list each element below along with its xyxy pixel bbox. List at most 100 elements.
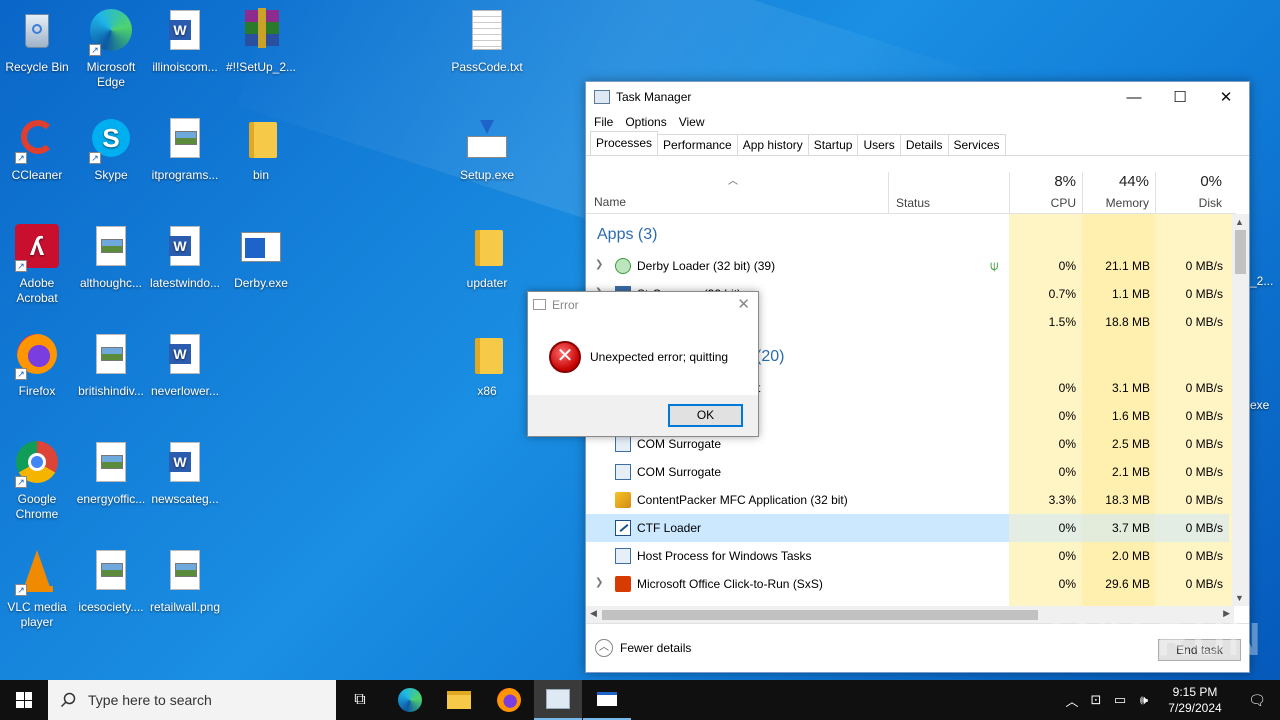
taskbar-file-explorer[interactable] [435, 680, 483, 720]
folder-icon [463, 332, 511, 380]
process-disk: 0 MB/s [1185, 549, 1223, 563]
column-memory[interactable]: 44% Memory [1082, 172, 1155, 214]
desktop-icon-adobe-acrobat[interactable]: ʎ ↗ Adobe Acrobat [0, 224, 74, 306]
expand-chevron-icon[interactable]: ❯ [595, 259, 603, 270]
menu-view[interactable]: View [679, 115, 705, 129]
dialog-footer: OK [528, 395, 758, 436]
desktop-icon-britishindiv[interactable]: britishindiv... [74, 332, 148, 399]
dialog-close-button[interactable]: ✕ [737, 295, 750, 313]
tab-details[interactable]: Details [899, 134, 949, 155]
vertical-scrollbar[interactable]: ▲ ▼ [1232, 214, 1249, 606]
folder-icon [463, 224, 511, 272]
expand-chevron-icon[interactable]: ❯ [595, 577, 603, 588]
taskbar-firefox[interactable] [485, 680, 533, 720]
desktop-icon-recycle-bin[interactable]: Recycle Bin [0, 8, 74, 75]
network-icon[interactable]: ▭ [1108, 692, 1132, 708]
tray-overflow-chevron-icon[interactable]: ︿ [1060, 691, 1084, 710]
desktop-icon-google-chrome[interactable]: ↗ Google Chrome [0, 440, 74, 522]
error-dialog[interactable]: Error ✕ ✕ Unexpected error; quitting OK [527, 291, 759, 437]
firefox-icon [497, 688, 521, 712]
tab-performance[interactable]: Performance [657, 134, 738, 155]
desktop-icon-passcode[interactable]: PassCode.txt [450, 8, 524, 75]
taskbar-search-box[interactable]: Type here to search [48, 680, 336, 720]
desktop-icon-label: illinoiscom... [152, 60, 218, 74]
volume-icon[interactable]: 🕪 [1132, 692, 1156, 708]
notification-center-icon[interactable]: 🗨 [1234, 692, 1280, 709]
tab-startup[interactable]: Startup [807, 134, 859, 155]
table-row[interactable]: ❯ Derby Loader (32 bit) (39) ⍦ 0% 21.1 M… [586, 252, 1236, 280]
desktop-icon-retailwall[interactable]: retailwall.png [148, 548, 222, 615]
desktop-icon-x86[interactable]: x86 [450, 332, 524, 399]
desktop-icon-setup-archive[interactable]: #!!SetUp_2... [224, 8, 298, 75]
tray-device-icon[interactable]: ⊡ [1084, 692, 1108, 708]
desktop-icon-illinoiscom[interactable]: W illinoiscom... [148, 8, 222, 75]
table-row[interactable]: COM Surrogate 0% 2.1 MB 0 MB/s [586, 458, 1236, 486]
desktop-icon-energyoffic[interactable]: energyoffic... [74, 440, 148, 507]
tab-processes[interactable]: Processes [590, 131, 659, 155]
image-file-icon [161, 116, 209, 164]
desktop-icon-icesociety[interactable]: icesociety.... [74, 548, 148, 615]
process-memory: 21.1 MB [1105, 259, 1150, 273]
chrome-icon: ↗ [13, 440, 61, 488]
desktop-icon-itprograms[interactable]: itprograms... [148, 116, 222, 183]
column-name[interactable]: Name [594, 195, 626, 209]
scroll-left-icon[interactable]: ◀ [590, 608, 597, 619]
start-button[interactable] [0, 680, 48, 720]
desktop-icon-firefox[interactable]: ↗ Firefox [0, 332, 74, 399]
desktop-icon-newscateg[interactable]: W newscateg... [148, 440, 222, 507]
desktop-icon-setup-exe[interactable]: Setup.exe [450, 116, 524, 183]
firefox-icon: ↗ [13, 332, 61, 380]
tab-app-history[interactable]: App history [736, 134, 809, 155]
taskbar-clock[interactable]: 9:15 PM 7/29/2024 [1156, 684, 1234, 716]
taskbar-task-manager[interactable] [534, 680, 582, 720]
desktop-icon-neverlower[interactable]: W neverlower... [148, 332, 222, 399]
exe-window-icon [237, 224, 285, 272]
column-cpu[interactable]: 8% CPU [1009, 172, 1082, 214]
taskbar-edge[interactable] [386, 680, 434, 720]
close-button[interactable]: ✕ [1203, 82, 1249, 112]
desktop-icon-microsoft-edge[interactable]: ↗ Microsoft Edge [74, 8, 148, 90]
desktop-icon-ccleaner[interactable]: ↗ CCleaner [0, 116, 74, 183]
title-bar[interactable]: Task Manager — ☐ ✕ [586, 82, 1249, 112]
acrobat-icon: ʎ ↗ [13, 224, 61, 272]
process-memory: 29.6 MB [1105, 577, 1150, 591]
table-row[interactable]: Host Process for Windows Tasks 0% 2.0 MB… [586, 542, 1236, 570]
tab-services[interactable]: Services [947, 134, 1006, 155]
ok-button[interactable]: OK [668, 404, 743, 427]
desktop-icon-bin[interactable]: bin [224, 116, 298, 183]
table-row[interactable]: ContentPacker MFC Application (32 bit) 3… [586, 486, 1236, 514]
desktop-icon-label: Microsoft Edge [86, 60, 136, 89]
menu-options[interactable]: Options [625, 115, 666, 129]
taskbar-derby-app[interactable] [583, 680, 631, 720]
minimize-button[interactable]: — [1111, 82, 1157, 112]
desktop-icon-updater[interactable]: updater [450, 224, 524, 291]
winrar-archive-icon [237, 8, 285, 56]
recycle-bin-icon [13, 8, 61, 56]
table-row-selected[interactable]: CTF Loader 0% 3.7 MB 0 MB/s [586, 514, 1236, 542]
desktop-icon-latestwindo[interactable]: W latestwindo... [148, 224, 222, 291]
tab-users[interactable]: Users [857, 134, 901, 155]
desktop-icon-derby-exe[interactable]: Derby.exe [224, 224, 298, 291]
scroll-down-icon[interactable]: ▼ [1235, 593, 1244, 603]
word-doc-icon: W [161, 8, 209, 56]
maximize-button[interactable]: ☐ [1157, 82, 1203, 112]
scroll-up-icon[interactable]: ▲ [1235, 217, 1244, 227]
edge-icon: ↗ [87, 8, 135, 56]
image-file-icon [87, 440, 135, 488]
column-disk[interactable]: 0% Disk [1155, 172, 1228, 214]
fewer-details-button[interactable]: ︿ Fewer details [595, 639, 691, 657]
menu-file[interactable]: File [594, 115, 613, 129]
process-disk: 0 MB/s [1185, 287, 1223, 301]
app-window-icon [597, 692, 617, 706]
desktop-icon-label: latestwindo... [149, 276, 221, 290]
scroll-thumb[interactable] [1235, 230, 1246, 274]
table-row[interactable]: ❯ Microsoft Office Click-to-Run (SxS) 0%… [586, 570, 1236, 598]
dialog-title-bar[interactable]: Error [528, 292, 758, 317]
scroll-thumb[interactable] [602, 610, 1038, 620]
column-status[interactable]: Status [888, 172, 1009, 214]
desktop-icon-vlc[interactable]: ↗ VLC media player [0, 548, 74, 630]
process-memory: 2.5 MB [1111, 437, 1150, 451]
desktop-icon-althoughc[interactable]: althoughc... [74, 224, 148, 291]
task-view-button[interactable]: ⧉ [336, 680, 384, 720]
desktop-icon-skype[interactable]: S ↗ Skype [74, 116, 148, 183]
